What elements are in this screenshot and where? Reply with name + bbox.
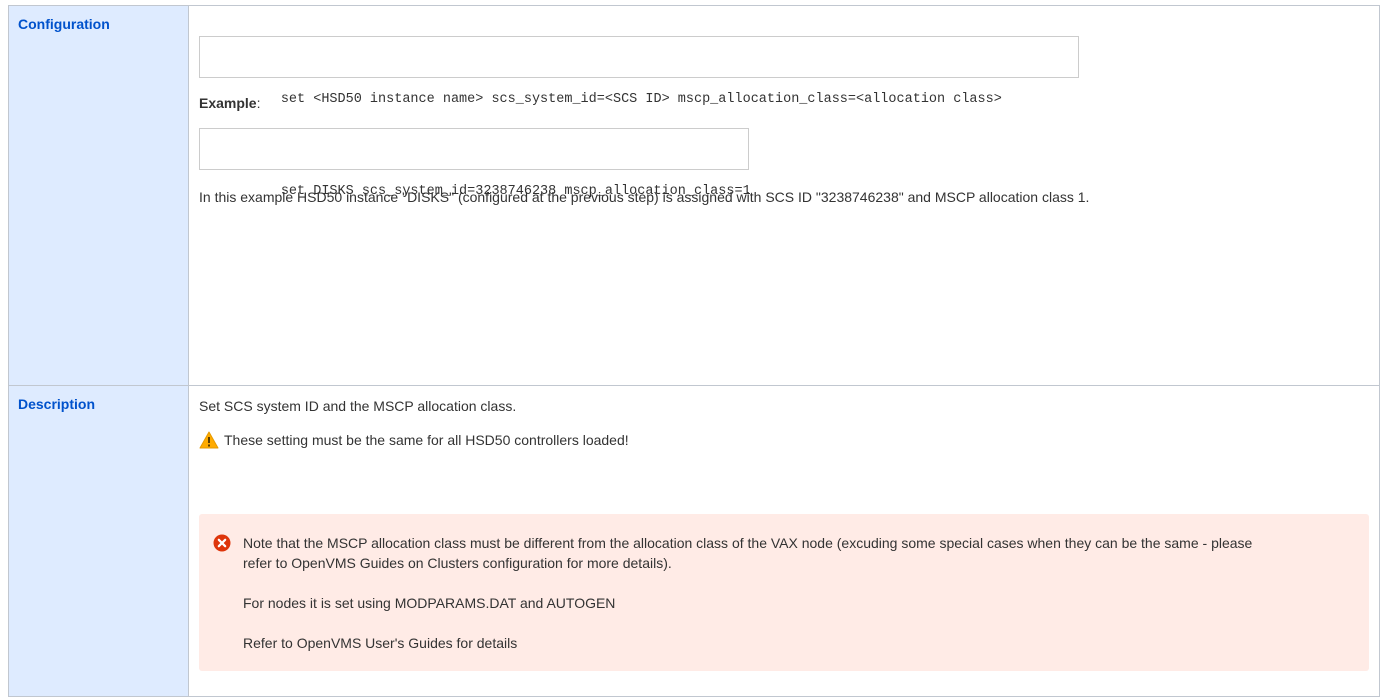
configuration-content: set <HSD50 instance name> scs_system_id=… xyxy=(188,5,1380,386)
warning-line: These setting must be the same for all H… xyxy=(199,430,1369,450)
table-row-description: Description Set SCS system ID and the MS… xyxy=(8,385,1380,697)
example-code-block[interactable]: set DISKS scs_system_id=3238746238 mscp_… xyxy=(199,128,751,199)
example-colon: : xyxy=(256,95,261,111)
config-table: Configuration set <HSD50 instance name> … xyxy=(8,5,1380,697)
example-label: Example xyxy=(199,95,257,111)
syntax-code: set <HSD50 instance name> scs_system_id=… xyxy=(280,92,1002,107)
syntax-code-block[interactable]: set <HSD50 instance name> scs_system_id=… xyxy=(199,36,1079,107)
row-label-configuration: Configuration xyxy=(8,5,189,386)
note-paragraph-2: For nodes it is set using MODPARAMS.DAT … xyxy=(243,595,616,611)
row-label-description: Description xyxy=(8,385,189,697)
warning-triangle-icon xyxy=(199,431,219,449)
description-content: Set SCS system ID and the MSCP allocatio… xyxy=(188,385,1380,697)
description-text: Set SCS system ID and the MSCP allocatio… xyxy=(199,398,517,414)
error-note-panel: Note that the MSCP allocation class must… xyxy=(199,514,1369,671)
note-paragraph-3: Refer to OpenVMS User's Guides for detai… xyxy=(243,635,518,651)
note-paragraph-1: Note that the MSCP allocation class must… xyxy=(243,535,1253,571)
table-row-configuration: Configuration set <HSD50 instance name> … xyxy=(8,5,1380,386)
example-explanation: In this example HSD50 instance "DISKS" (… xyxy=(199,189,1090,205)
error-circle-icon xyxy=(213,534,231,552)
warning-text: These setting must be the same for all H… xyxy=(224,432,629,448)
